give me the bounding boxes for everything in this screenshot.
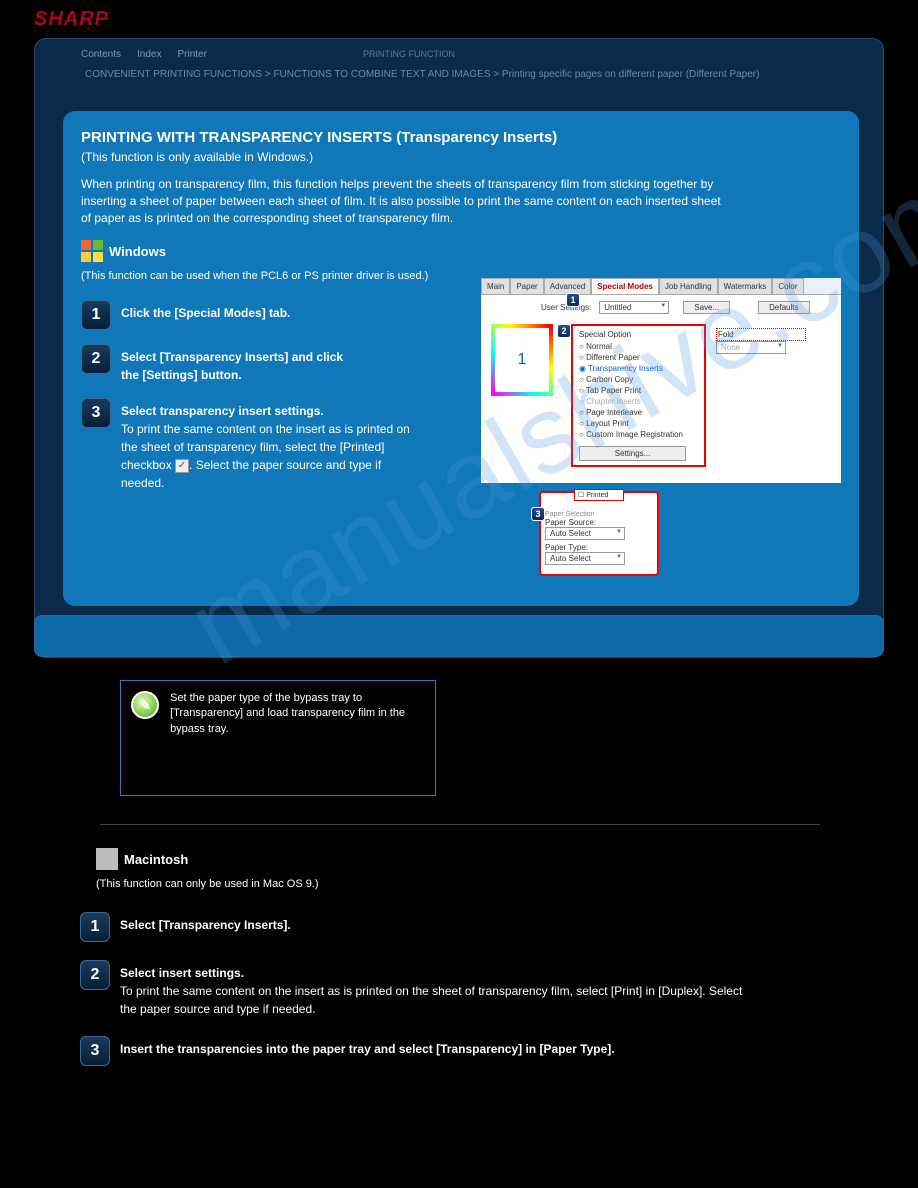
bottom-bar [34, 615, 884, 657]
user-settings-dropdown[interactable]: Untitled [599, 301, 669, 314]
marker-1: 1 [566, 293, 580, 307]
type-dropdown[interactable]: Auto Select [545, 552, 625, 565]
radio-custom-image[interactable]: Custom Image Registration [579, 429, 698, 440]
tip-line: Set the paper type of the bypass tray to [170, 691, 420, 706]
radio-transparency[interactable]: Transparency Inserts [579, 363, 698, 374]
step-text-line: needed. [121, 474, 410, 492]
tab-printer[interactable]: Printer [172, 47, 213, 62]
fold-label: Fold [716, 328, 806, 341]
defaults-button[interactable]: Defaults [758, 301, 809, 314]
fold-group: Fold None [716, 324, 806, 467]
top-tabs: Contents Index Printer PRINTING FUNCTION [75, 47, 461, 62]
type-label: Paper Type: [545, 543, 653, 552]
radio-layout[interactable]: Layout Print [579, 418, 698, 429]
settings-button[interactable]: Settings... [579, 446, 686, 461]
step-text-line: To print the same content on the insert … [121, 420, 410, 438]
mac-steps: 1 Select [Transparency Inserts]. 2 Selec… [96, 912, 816, 1066]
tip-text: Set the paper type of the bypass tray to… [170, 691, 420, 737]
desc-line: of paper as is printed on the correspond… [81, 210, 841, 227]
printed-checkbox[interactable]: ☐ Printed [574, 489, 624, 501]
source-dropdown[interactable]: Auto Select [545, 527, 625, 540]
step-text-line: the paper source and type if needed. [120, 1000, 742, 1018]
save-button[interactable]: Save... [683, 301, 730, 314]
ss-tab-watermarks[interactable]: Watermarks [718, 278, 773, 294]
step-text-line: To print the same content on the insert … [120, 982, 742, 1000]
preview-pane: 1 [491, 324, 561, 444]
mac-step-2: 2 Select insert settings. To print the s… [96, 960, 816, 1018]
secondary-label: PRINTING FUNCTION [357, 47, 461, 62]
radio-tab[interactable]: Tab Paper Print [579, 385, 698, 396]
step-2: 2 Select [Transparency Inserts] and clic… [81, 344, 441, 384]
preview-page: 1 [491, 324, 553, 396]
radio-normal[interactable]: Normal [579, 341, 698, 352]
tip-box: ✎ Set the paper type of the bypass tray … [120, 680, 436, 796]
source-label: Paper Source: [545, 518, 653, 527]
step-text-line: Insert the transparencies into the paper… [120, 1040, 615, 1058]
step-number: 3 [81, 398, 111, 428]
step-text-line: Select [Transparency Inserts] and click [121, 348, 343, 366]
tab-contents[interactable]: Contents [75, 47, 127, 62]
step-3: 3 Select transparency insert settings. T… [81, 398, 441, 492]
step-text-line: Select transparency insert settings. [121, 402, 410, 420]
driver-screenshot: Main Paper Advanced Special Modes Job Ha… [481, 278, 841, 483]
step-text-line: Select insert settings. [120, 964, 742, 982]
radio-interleave[interactable]: Page Interleave [579, 407, 698, 418]
step-text-line: Click the [Special Modes] tab. [121, 304, 290, 322]
desc-line: inserting a sheet of paper between each … [81, 193, 841, 210]
ss-tab-job[interactable]: Job Handling [659, 278, 718, 294]
brand-logo: SHARP [34, 8, 109, 31]
ss-tab-color[interactable]: Color [772, 278, 803, 294]
special-options-group: 2 Special Option Normal Different Paper … [571, 324, 706, 467]
ss-tab-main[interactable]: Main [481, 278, 510, 294]
ss-tab-advanced[interactable]: Advanced [544, 278, 592, 294]
windows-icon [81, 240, 103, 262]
tip-icon: ✎ [131, 691, 159, 719]
step-number: 1 [80, 912, 110, 942]
tab-index[interactable]: Index [131, 47, 167, 62]
step-text-line: Select [Transparency Inserts]. [120, 916, 291, 934]
mac-step-3: 3 Insert the transparencies into the pap… [96, 1036, 816, 1066]
step-text-line: checkbox <CB>. Select the paper source a… [121, 456, 410, 474]
ss-tabrow: Main Paper Advanced Special Modes Job Ha… [481, 278, 841, 295]
fold-dropdown[interactable]: None [716, 341, 786, 354]
radio-carbon[interactable]: Carbon Copy [579, 374, 698, 385]
step-number: 3 [80, 1036, 110, 1066]
tip-line: bypass tray. [170, 722, 420, 737]
panel-description: When printing on transparency film, this… [81, 176, 841, 226]
mac-section: Macintosh (This function can only be use… [96, 848, 816, 1084]
breadcrumb: CONVENIENT PRINTING FUNCTIONS > FUNCTION… [85, 69, 759, 80]
desc-line: When printing on transparency film, this… [81, 176, 841, 193]
step-number: 2 [81, 344, 111, 374]
mac-heading-text: Macintosh [124, 852, 188, 867]
popup-section-label: Paper Selection [545, 511, 653, 518]
step-1: 1 Click the [Special Modes] tab. [81, 300, 441, 330]
mac-heading: Macintosh [96, 848, 816, 870]
step-text-line: the sheet of transparency film, select t… [121, 438, 410, 456]
mac-step-1: 1 Select [Transparency Inserts]. [96, 912, 816, 942]
outer-frame: Contents Index Printer PRINTING FUNCTION… [34, 38, 884, 658]
windows-steps: 1 Click the [Special Modes] tab. 2 Selec… [81, 300, 441, 492]
marker-3: 3 [531, 507, 545, 521]
radio-different-paper[interactable]: Different Paper [579, 352, 698, 363]
marker-2: 2 [557, 324, 571, 338]
mac-note: (This function can only be used in Mac O… [96, 878, 816, 890]
step-number: 1 [81, 300, 111, 330]
ss-tab-paper[interactable]: Paper [510, 278, 543, 294]
checkbox-icon: ✓ [175, 459, 189, 473]
ss-tab-special[interactable]: Special Modes [591, 278, 659, 294]
section-divider [100, 824, 820, 825]
radio-chapter[interactable]: Chapter Inserts [579, 396, 698, 407]
step-text-line: the [Settings] button. [121, 366, 343, 384]
step-number: 2 [80, 960, 110, 990]
settings-popup: ☐ Printed 3 Paper Selection Paper Source… [539, 491, 659, 576]
panel-title: PRINTING WITH TRANSPARENCY INSERTS (Tran… [81, 129, 841, 146]
panel-subtitle: (This function is only available in Wind… [81, 150, 841, 164]
windows-heading-text: Windows [109, 244, 166, 259]
main-panel: PRINTING WITH TRANSPARENCY INSERTS (Tran… [63, 111, 859, 606]
tip-line: [Transparency] and load transparency fil… [170, 706, 420, 721]
options-title: Special Option [579, 330, 698, 339]
windows-heading: Windows [81, 240, 841, 262]
mac-icon [96, 848, 118, 870]
